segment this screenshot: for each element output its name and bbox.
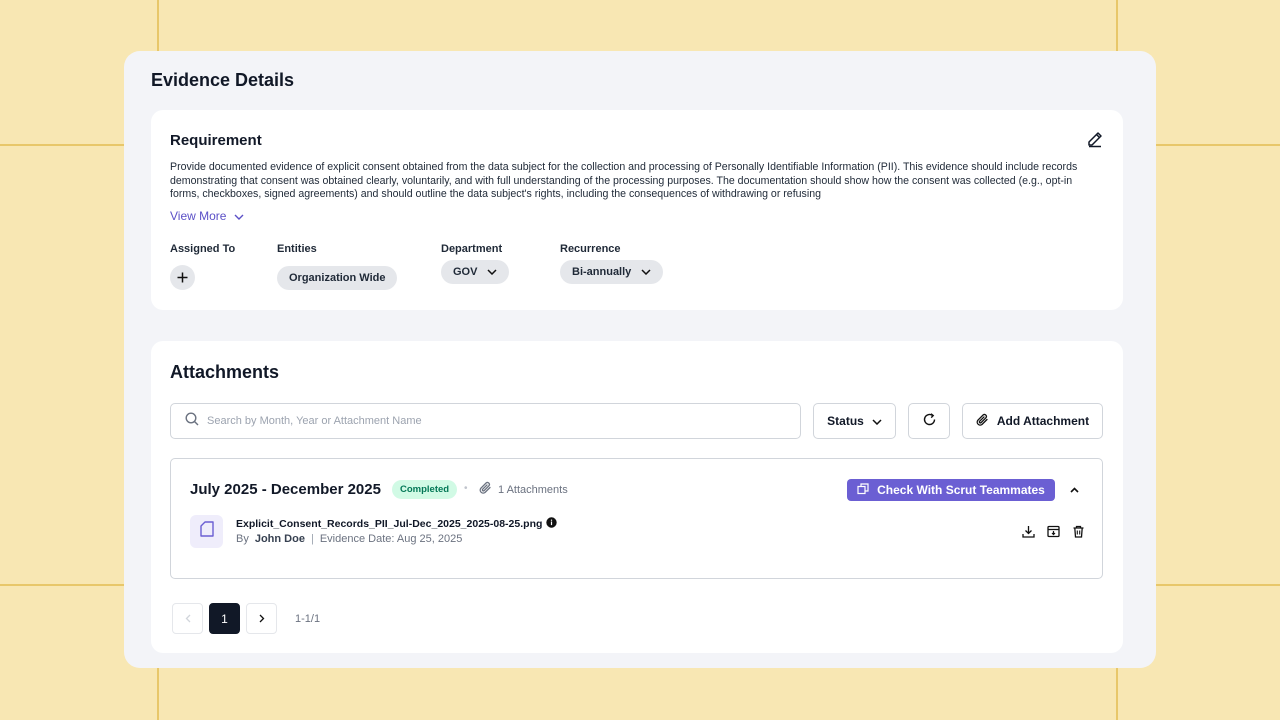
status-filter-label: Status [827,414,864,428]
download-icon[interactable] [1022,525,1035,538]
view-more-link[interactable]: View More [170,209,244,223]
separator-dot: • [464,483,468,494]
next-page-button[interactable] [246,603,277,634]
status-filter-button[interactable]: Status [813,403,896,439]
department-value: GOV [453,266,478,278]
by-label: By [236,533,249,545]
info-icon[interactable] [546,517,558,531]
recurrence-select[interactable]: Bi-annually [560,260,664,284]
check-with-teammates-label: Check With Scrut Teammates [877,483,1045,497]
requirement-title: Requirement [170,132,262,149]
copy-icon [857,482,869,498]
paperclip-icon [479,481,492,498]
refresh-icon [922,412,937,430]
requirement-card: Requirement Provide documented evidence … [151,110,1123,310]
chevron-right-icon [259,612,265,626]
pagination: 1 1-1/1 [172,603,320,634]
author-name: John Doe [254,533,305,545]
paperclip-icon [976,413,989,430]
search-input[interactable] [207,415,767,427]
assigned-to-label: Assigned To [170,243,236,255]
trash-icon[interactable] [1072,525,1085,538]
entities-value: Organization Wide [289,272,386,284]
file-icon [199,521,214,542]
file-thumbnail [190,515,223,548]
recurrence-value: Bi-annually [572,266,632,278]
entities-label: Entities [277,243,317,255]
file-name-label: Explicit_Consent_Records_PII_Jul-Dec_202… [236,518,543,530]
chevron-down-icon [234,209,244,223]
department-select[interactable]: GOV [441,260,510,284]
search-icon [185,411,199,431]
chevron-down-icon [487,266,497,278]
attachments-count: 1 Attachments [479,481,568,498]
evidence-details-panel: Evidence Details Requirement Provide doc… [124,51,1156,668]
evidence-date: Evidence Date: Aug 25, 2025 [319,533,463,545]
chevron-down-icon [872,414,882,428]
evidence-period-group: July 2025 - December 2025 Completed • 1 … [170,458,1103,579]
requirement-description: Provide documented evidence of explicit … [170,161,1078,200]
file-actions [1022,525,1085,538]
page-title: Evidence Details [151,70,295,90]
view-more-label: View More [170,209,227,223]
plus-icon [177,268,188,288]
page-button-current[interactable]: 1 [209,603,240,634]
status-badge: Completed [392,480,458,499]
file-meta: By John Doe | Evidence Date: Aug 25, 202… [236,533,462,545]
add-attachment-label: Add Attachment [996,414,1090,428]
period-title: July 2025 - December 2025 [190,481,381,498]
attachments-card: Attachments Status Add Attachment [151,341,1123,653]
recurrence-label: Recurrence [560,243,621,255]
department-label: Department [441,243,503,255]
attachments-title: Attachments [170,362,280,382]
file-name[interactable]: Explicit_Consent_Records_PII_Jul-Dec_202… [236,517,558,531]
entities-pill: Organization Wide [277,266,398,290]
edit-icon[interactable] [1086,130,1104,148]
chevron-down-icon [641,266,651,278]
pagination-range: 1-1/1 [295,612,321,625]
archive-icon[interactable] [1047,525,1060,538]
chevron-up-icon [1069,480,1079,498]
collapse-toggle[interactable] [1066,481,1082,497]
meta-divider: | [310,533,314,545]
prev-page-button[interactable] [172,603,203,634]
chevron-left-icon [185,612,191,626]
add-assignee-button[interactable] [170,265,195,290]
search-box [170,403,801,439]
refresh-button[interactable] [908,403,950,439]
check-with-teammates-button[interactable]: Check With Scrut Teammates [847,479,1055,501]
add-attachment-button[interactable]: Add Attachment [962,403,1103,439]
attachments-count-label: 1 Attachments [498,483,568,496]
